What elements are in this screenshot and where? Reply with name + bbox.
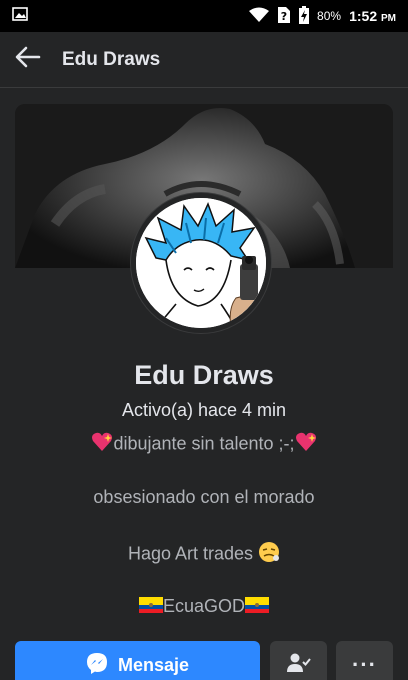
more-icon: ··· <box>352 652 377 677</box>
messenger-icon <box>86 652 108 679</box>
profile-name: Edu Draws <box>134 360 274 390</box>
wifi-icon <box>249 7 270 26</box>
more-options-button[interactable]: ··· <box>336 641 393 680</box>
svg-text:?: ? <box>281 10 287 23</box>
friend-check-icon <box>286 653 311 678</box>
bio-line-3: Hago Art trades <box>0 541 408 568</box>
app-bar: Edu Draws <box>0 32 408 88</box>
arrow-left-icon <box>15 46 41 73</box>
back-button[interactable] <box>0 32 56 88</box>
battery-percent: 80% <box>317 9 342 23</box>
avatar[interactable] <box>131 193 271 333</box>
friend-status-button[interactable] <box>270 641 327 680</box>
bio-line-2: obsesionado con el morado <box>93 487 315 507</box>
sparkling-heart-icon <box>295 432 317 457</box>
sim-unknown-icon: ? <box>277 6 291 27</box>
page-title: Edu Draws <box>62 48 161 70</box>
bio-line-4: EcuaGOD <box>0 596 408 618</box>
battery-charging-icon <box>299 5 310 27</box>
active-status: Activo(a) hace 4 min <box>121 400 287 420</box>
ecuador-flag-icon <box>245 596 270 618</box>
ecuador-flag-icon <box>138 596 163 618</box>
bio-line-1: dibujante sin talento ;-; <box>0 432 408 457</box>
sparkling-heart-icon <box>91 432 113 457</box>
status-bar: ? 80% 1:52 PM <box>0 0 408 32</box>
message-button[interactable]: Mensaje <box>15 641 260 680</box>
message-label: Mensaje <box>117 654 190 675</box>
clock: 1:52 PM <box>349 8 396 24</box>
image-icon <box>12 6 28 26</box>
steaming-face-icon <box>258 541 280 568</box>
